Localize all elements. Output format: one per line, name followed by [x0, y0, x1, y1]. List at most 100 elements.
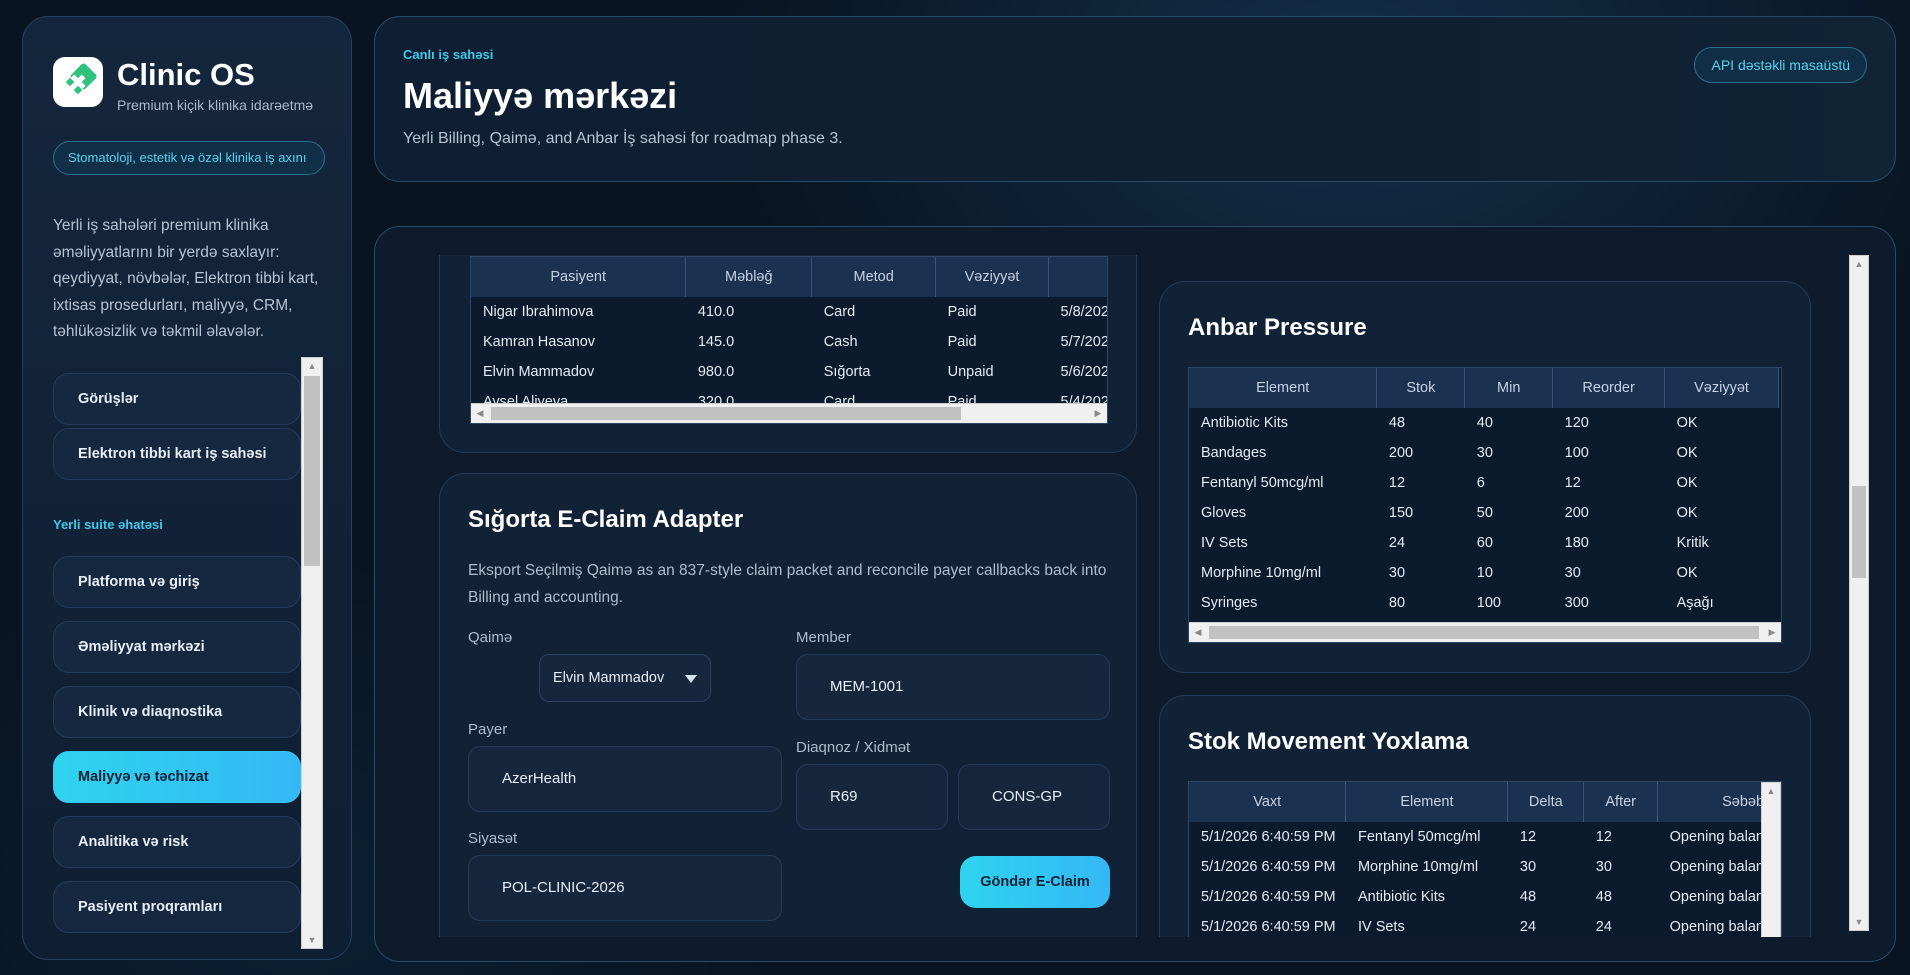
cell: 200: [1564, 505, 1589, 521]
table-row[interactable]: Syringes 80 100 300 Aşağı: [1189, 588, 1779, 618]
invoice-select[interactable]: Elvin Mammadov: [539, 654, 711, 702]
table-row[interactable]: Antibiotic Kits 48 40 120 OK: [1189, 408, 1779, 438]
cell: 30: [1595, 859, 1612, 875]
scroll-left-arrow-icon[interactable]: ◀: [1189, 623, 1207, 642]
cell: 30: [1476, 445, 1493, 461]
scroll-up-arrow-icon[interactable]: ▲: [1850, 256, 1868, 272]
table-row[interactable]: Kamran Hasanov 145.0 Cash Paid 5/7/2026: [471, 327, 1107, 357]
cell: 100: [1476, 595, 1501, 611]
sidebar-description: Yerli iş sahələri premium klinika əməliy…: [53, 217, 319, 340]
cell: Fentanyl 50mcg/ml: [1201, 475, 1324, 491]
scroll-down-arrow-icon[interactable]: ▼: [302, 932, 322, 948]
scroll-thumb[interactable]: [1209, 626, 1759, 639]
column-header[interactable]: Məbləğ: [685, 257, 813, 297]
column-header[interactable]: Min: [1464, 368, 1554, 408]
scroll-up-arrow-icon[interactable]: ▲: [302, 358, 322, 374]
cell: 5/6/2026: [1060, 364, 1108, 380]
column-header[interactable]: Vəziyyət: [1664, 368, 1779, 408]
cell: OK: [1676, 415, 1698, 431]
cell: 980.0: [697, 364, 735, 380]
cell: Nigar Ibrahimova: [483, 304, 594, 320]
nav-item-emr-workspace[interactable]: Elektron tibbi kart iş sahəsi: [53, 428, 301, 480]
cell: 180: [1564, 535, 1589, 551]
member-field[interactable]: MEM-1001: [796, 654, 1110, 720]
scroll-right-arrow-icon[interactable]: ▶: [1089, 404, 1107, 423]
table-row[interactable]: 5/1/2026 6:40:59 PM Antibiotic Kits 48 4…: [1189, 882, 1781, 912]
column-header[interactable]: Pasiyent: [471, 257, 687, 297]
nav-item-platform[interactable]: Platforma və giriş: [53, 556, 301, 608]
clinic-type-badge: Stomatoloji, estetik və özəl klinika iş …: [53, 141, 325, 175]
column-header[interactable]: After: [1583, 782, 1659, 822]
column-header[interactable]: Metod: [811, 257, 937, 297]
cell: 12: [1388, 475, 1406, 491]
cell: Syringes: [1201, 595, 1258, 611]
submit-eclaim-button[interactable]: Göndər E-Claim: [960, 856, 1110, 908]
scroll-thumb[interactable]: [1852, 486, 1866, 578]
scroll-down-arrow-icon[interactable]: ▼: [1850, 914, 1868, 930]
cell: 12: [1519, 829, 1537, 845]
service-code-field[interactable]: CONS-GP: [958, 764, 1110, 830]
payer-field[interactable]: AzerHealth: [468, 746, 782, 812]
cell: Bandages: [1201, 445, 1267, 461]
column-header[interactable]: Element: [1345, 782, 1509, 822]
sidebar: Clinic OS Premium kiçik klinika idarəetm…: [22, 16, 352, 960]
table-header-row: Pasiyent Məbləğ Metod Vəziyyət: [471, 257, 1107, 297]
scroll-right-arrow-icon[interactable]: ▶: [1763, 623, 1781, 642]
cell: Elvin Mammadov: [483, 364, 595, 380]
api-status-badge: API dəstəkli masaüstü: [1694, 47, 1867, 83]
table-row[interactable]: Morphine 10mg/ml 30 10 30 OK: [1189, 558, 1779, 588]
cell: Antibiotic Kits: [1201, 415, 1289, 431]
policy-field[interactable]: POL-CLINIC-2026: [468, 855, 782, 921]
cell: OK: [1676, 475, 1698, 491]
column-header[interactable]: Vəziyyət: [935, 257, 1049, 297]
cell: OK: [1676, 445, 1698, 461]
cell: Cash: [823, 334, 858, 350]
eclaim-card: Sığorta E-Claim Adapter Eksport Seçilmiş…: [439, 473, 1137, 937]
table-row[interactable]: 5/1/2026 6:40:59 PM Fentanyl 50mcg/ml 12…: [1189, 822, 1781, 852]
table-row[interactable]: 5/1/2026 6:40:59 PM Morphine 10mg/ml 30 …: [1189, 852, 1781, 882]
cell: 24: [1519, 919, 1537, 935]
cell: OK: [1676, 505, 1698, 521]
nav-item-patient-programs[interactable]: Pasiyent proqramları: [53, 881, 301, 933]
cell: 80: [1388, 595, 1406, 611]
cell: Morphine 10mg/ml: [1357, 859, 1479, 875]
nav-item-operations[interactable]: Əməliyyat mərkəzi: [53, 621, 301, 673]
table-row[interactable]: Nigar Ibrahimova 410.0 Card Paid 5/8/202…: [471, 297, 1107, 327]
column-header[interactable]: Stok: [1376, 368, 1466, 408]
column-header[interactable]: Reorder: [1552, 368, 1666, 408]
inventory-table-hscrollbar[interactable]: ◀ ▶: [1189, 622, 1781, 642]
cell: Aşağı: [1676, 595, 1714, 611]
nav-item-analytics[interactable]: Analitika və risk: [53, 816, 301, 868]
nav-item-appointments[interactable]: Görüşlər: [53, 373, 301, 425]
scroll-thumb[interactable]: [304, 376, 320, 566]
nav-item-clinical[interactable]: Klinik və diaqnostika: [53, 686, 301, 738]
stock-movement-vscrollbar[interactable]: ▲: [1761, 782, 1781, 937]
cell: Kritik: [1676, 535, 1709, 551]
cell: 200: [1388, 445, 1414, 461]
scroll-thumb[interactable]: [491, 407, 961, 420]
cell: 145.0: [697, 334, 735, 350]
cell: 5/1/2026 6:40:59 PM: [1201, 859, 1336, 875]
nav-item-finance[interactable]: Maliyyə və təchizat: [53, 751, 301, 803]
table-row[interactable]: Fentanyl 50mcg/ml 12 6 12 OK: [1189, 468, 1779, 498]
eclaim-description: Eksport Seçilmiş Qaimə as an 837-style c…: [468, 562, 1107, 606]
table-row[interactable]: IV Sets 24 60 180 Kritik: [1189, 528, 1779, 558]
billing-table-hscrollbar[interactable]: ◀ ▶: [471, 403, 1107, 423]
diagnosis-code-field[interactable]: R69: [796, 764, 948, 830]
table-row[interactable]: Bandages 200 30 100 OK: [1189, 438, 1779, 468]
table-row[interactable]: Elvin Mammadov 980.0 Sığorta Unpaid 5/6/…: [471, 357, 1108, 387]
diagnosis-service-label: Diaqnoz / Xidmət: [796, 739, 911, 756]
cell: 48: [1388, 415, 1406, 431]
column-header[interactable]: Element: [1189, 368, 1378, 408]
workspace-scrollbar[interactable]: ▲ ▼: [1849, 255, 1869, 931]
sidebar-scrollbar[interactable]: ▲ ▼: [301, 357, 323, 949]
column-header[interactable]: Delta: [1507, 782, 1585, 822]
table-row[interactable]: 5/1/2026 6:40:59 PM IV Sets 24 24 Openin…: [1189, 912, 1781, 937]
table-row[interactable]: Gloves 150 50 200 OK: [1189, 498, 1779, 528]
scroll-left-arrow-icon[interactable]: ◀: [471, 404, 489, 423]
column-header[interactable]: Vaxt: [1189, 782, 1347, 822]
column-header[interactable]: [1048, 257, 1107, 297]
cell: Antibiotic Kits: [1357, 889, 1446, 905]
cell: 300: [1564, 595, 1589, 611]
scroll-up-arrow-icon[interactable]: ▲: [1762, 783, 1780, 799]
